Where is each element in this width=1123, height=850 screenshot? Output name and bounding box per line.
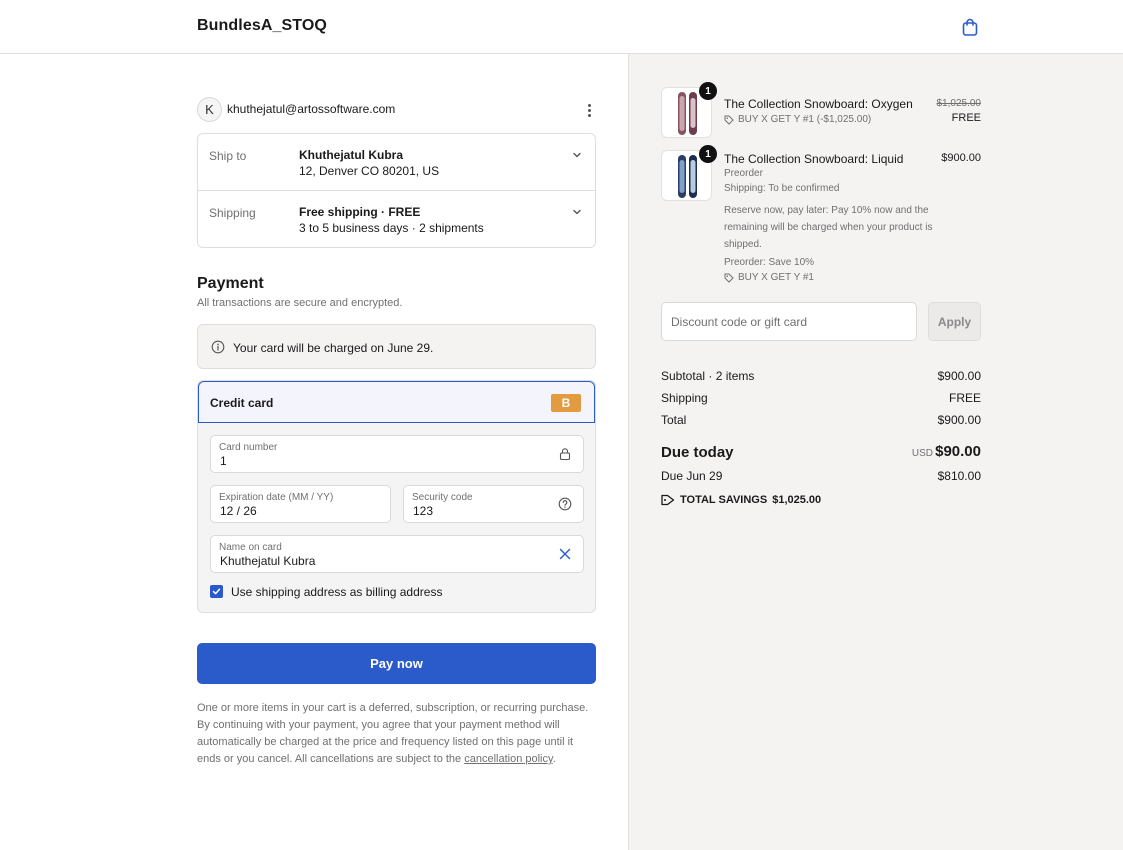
credit-card-label: Credit card: [210, 396, 274, 410]
due-today-row: Due today USD $90.00: [661, 443, 981, 463]
header: BundlesA_STOQ: [0, 0, 1123, 54]
more-options-icon[interactable]: [582, 101, 596, 119]
discount-code-input[interactable]: [661, 302, 917, 341]
security-code-label: Security code: [412, 492, 473, 503]
preorder-description: Reserve now, pay later: Pay 10% now and …: [724, 205, 933, 250]
card-number-value[interactable]: 1: [220, 454, 227, 468]
shipping-details: 3 to 5 business days · 2 shipments: [299, 221, 484, 235]
charge-notice-text: Your card will be charged on June 29.: [233, 341, 434, 355]
expiration-date-value[interactable]: 12 / 26: [220, 504, 257, 518]
cancellation-policy-link[interactable]: cancellation policy: [464, 753, 552, 765]
help-icon[interactable]: [558, 497, 572, 511]
clear-icon[interactable]: [558, 547, 572, 561]
total-row: Total $900.00: [661, 413, 981, 429]
due-today-label: Due today: [661, 444, 734, 461]
original-price: $1,025.00: [936, 98, 982, 109]
charge-notice: Your card will be charged on June 29.: [197, 324, 596, 369]
product-discount: BUY X GET Y #1: [724, 272, 814, 283]
payment-subheading: All transactions are secure and encrypte…: [197, 297, 403, 309]
shipping-note: Shipping: To be confirmed: [724, 183, 840, 194]
line-item: 1 The Collection Snowboard: Oxygen BUY X…: [661, 82, 982, 139]
checkmark-icon: [212, 588, 221, 595]
apply-discount-button[interactable]: Apply: [928, 302, 981, 341]
preorder-label: Preorder: [724, 168, 763, 179]
security-code-field[interactable]: Security code 123: [403, 485, 584, 523]
legal-end: .: [552, 753, 556, 765]
savings-tag-icon: [661, 494, 675, 506]
subtotal-value: $900.00: [937, 369, 981, 383]
card-number-field[interactable]: Card number 1: [210, 435, 584, 473]
contact-row: K khuthejatul@artossoftware.com: [197, 97, 597, 123]
discount-text: BUY X GET Y #1: [738, 272, 814, 283]
security-code-value[interactable]: 123: [413, 504, 433, 518]
pay-now-button[interactable]: Pay now: [197, 643, 596, 684]
info-icon: [211, 340, 225, 354]
card-brand-badge: B: [551, 394, 581, 412]
store-name[interactable]: BundlesA_STOQ: [197, 17, 327, 35]
due-later-amount: $810.00: [937, 469, 981, 483]
shipping-total-label: Shipping: [661, 391, 708, 405]
name-on-card-value[interactable]: Khuthejatul Kubra: [220, 554, 315, 568]
shipping-total-value: FREE: [948, 391, 981, 405]
name-on-card-field[interactable]: Name on card Khuthejatul Kubra: [210, 535, 584, 573]
shipping-method: Free shipping · FREE: [299, 205, 421, 219]
product-discount: BUY X GET Y #1 (-$1,025.00): [724, 114, 871, 125]
due-today-amount: $90.00: [935, 443, 981, 460]
subtotal-label: Subtotal · 2 items: [661, 369, 755, 383]
chevron-down-icon[interactable]: [571, 206, 583, 218]
currency-code: USD: [911, 448, 933, 459]
total-label: Total: [661, 413, 687, 427]
line-item: 1 The Collection Snowboard: Liquid $900.…: [661, 145, 981, 290]
ship-to-name: Khuthejatul Kubra: [299, 148, 403, 162]
product-price: FREE: [951, 112, 981, 124]
tag-icon: [724, 115, 734, 125]
expiration-date-label: Expiration date (MM / YY): [219, 492, 334, 503]
contact-email: khuthejatul@artossoftware.com: [227, 102, 396, 116]
legal-notice: One or more items in your cart is a defe…: [197, 700, 597, 768]
credit-card-option[interactable]: Credit card B: [198, 381, 595, 423]
savings-label: TOTAL SAVINGS: [680, 494, 768, 506]
ship-to-row[interactable]: Ship to Khuthejatul Kubra 12, Denver CO …: [198, 134, 595, 191]
lock-icon: [559, 448, 571, 461]
shipping-row: Shipping FREE: [661, 391, 981, 407]
name-on-card-label: Name on card: [219, 542, 282, 553]
billing-checkbox-label: Use shipping address as billing address: [231, 585, 443, 599]
due-later-row: Due Jun 29 $810.00: [661, 469, 981, 485]
card-number-label: Card number: [219, 442, 278, 453]
subtotal-row: Subtotal · 2 items $900.00: [661, 369, 981, 385]
expiration-date-field[interactable]: Expiration date (MM / YY) 12 / 26: [210, 485, 391, 523]
shipping-method-row[interactable]: Shipping Free shipping · FREE 3 to 5 bus…: [198, 191, 595, 248]
savings-amount: $1,025.00: [772, 494, 822, 506]
total-savings: TOTAL SAVINGS $1,025.00: [661, 492, 821, 508]
tag-icon: [724, 273, 734, 283]
product-price: $900.00: [941, 152, 981, 164]
payment-heading: Payment: [197, 275, 264, 292]
shopping-bag-icon[interactable]: [960, 17, 980, 37]
product-name: The Collection Snowboard: Oxygen: [724, 97, 913, 111]
chevron-down-icon[interactable]: [571, 149, 583, 161]
credit-card-form: Credit card B Card number 1 Expiration d…: [197, 380, 596, 613]
quantity-badge: 1: [699, 145, 717, 163]
discount-text: BUY X GET Y #1 (-$1,025.00): [738, 114, 872, 125]
quantity-badge: 1: [699, 82, 717, 100]
review-box: Ship to Khuthejatul Kubra 12, Denver CO …: [197, 133, 596, 248]
total-value: $900.00: [937, 413, 981, 427]
shipping-label: Shipping: [209, 206, 256, 220]
ship-to-label: Ship to: [209, 149, 247, 163]
billing-checkbox[interactable]: [210, 585, 223, 598]
avatar: K: [197, 97, 222, 122]
due-later-label: Due Jun 29: [661, 469, 723, 483]
ship-to-address: 12, Denver CO 80201, US: [299, 164, 440, 178]
preorder-savings: Preorder: Save 10%: [724, 257, 815, 268]
product-name: The Collection Snowboard: Liquid: [724, 152, 904, 166]
